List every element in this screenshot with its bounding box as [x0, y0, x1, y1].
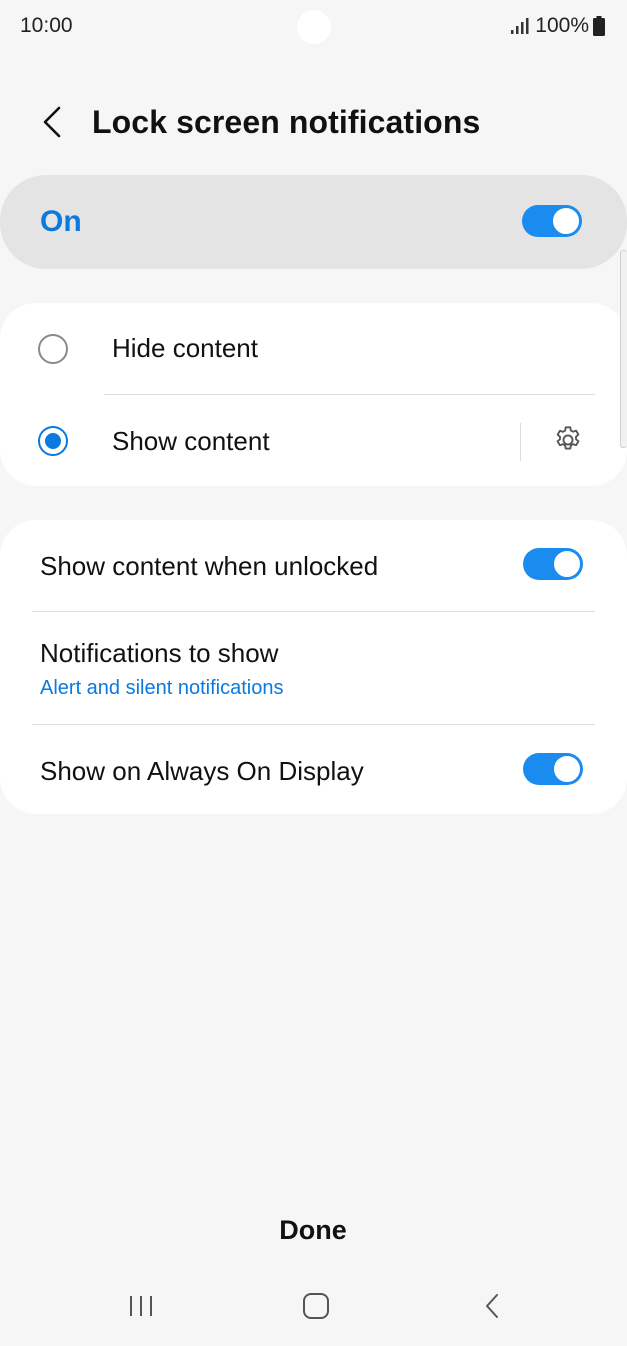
vertical-separator	[520, 423, 521, 461]
show-content-label: Show content	[112, 426, 270, 456]
back-button[interactable]	[32, 102, 72, 146]
scroll-indicator[interactable]	[620, 250, 627, 448]
chevron-left-icon	[41, 105, 63, 144]
always-on-display-toggle[interactable]	[523, 753, 583, 785]
master-toggle[interactable]	[522, 205, 582, 237]
master-switch-label: On	[40, 205, 82, 238]
signal-icon	[511, 17, 531, 35]
notifications-to-show-value: Alert and silent notifications	[40, 677, 284, 699]
option-show-content[interactable]: Show content	[0, 395, 627, 486]
show-when-unlocked-label: Show content when unlocked	[40, 551, 379, 581]
battery-icon	[593, 16, 605, 36]
option-hide-content[interactable]: Hide content	[0, 303, 627, 395]
gear-icon	[552, 424, 584, 461]
show-when-unlocked-toggle[interactable]	[523, 548, 583, 580]
home-icon	[302, 1292, 330, 1325]
notifications-to-show-row[interactable]: Notifications to show Alert and silent n…	[0, 612, 627, 724]
notifications-to-show-label: Notifications to show	[40, 638, 279, 668]
toggle-knob	[552, 754, 582, 784]
recents-button[interactable]	[113, 1288, 169, 1328]
nav-back-button[interactable]	[464, 1288, 520, 1328]
toggle-knob	[551, 206, 581, 236]
recents-icon	[127, 1293, 155, 1324]
camera-cutout	[297, 10, 331, 44]
radio-dot	[45, 433, 61, 449]
show-content-settings-button[interactable]	[546, 420, 590, 464]
always-on-display-row[interactable]: Show on Always On Display	[0, 725, 627, 814]
master-switch-row[interactable]: On	[0, 175, 627, 269]
toggle-knob	[552, 549, 582, 579]
always-on-display-label: Show on Always On Display	[40, 756, 364, 786]
header: Lock screen notifications	[0, 92, 627, 156]
status-indicators: 100%	[511, 14, 605, 38]
status-time: 10:00	[20, 14, 73, 37]
done-button[interactable]: Done	[213, 1200, 413, 1260]
hide-content-radio[interactable]	[38, 334, 68, 364]
content-options-card: Hide content Show content	[0, 303, 627, 486]
navigation-bar	[0, 1276, 627, 1346]
home-button[interactable]	[288, 1288, 344, 1328]
battery-percent: 100%	[535, 14, 589, 37]
show-when-unlocked-row[interactable]: Show content when unlocked	[0, 520, 627, 612]
hide-content-label: Hide content	[112, 333, 258, 363]
back-icon	[482, 1292, 502, 1325]
show-content-radio[interactable]	[38, 426, 68, 456]
page-title: Lock screen notifications	[92, 104, 481, 140]
status-bar: 10:00 100%	[0, 0, 627, 56]
additional-settings-card: Show content when unlocked Notifications…	[0, 520, 627, 814]
